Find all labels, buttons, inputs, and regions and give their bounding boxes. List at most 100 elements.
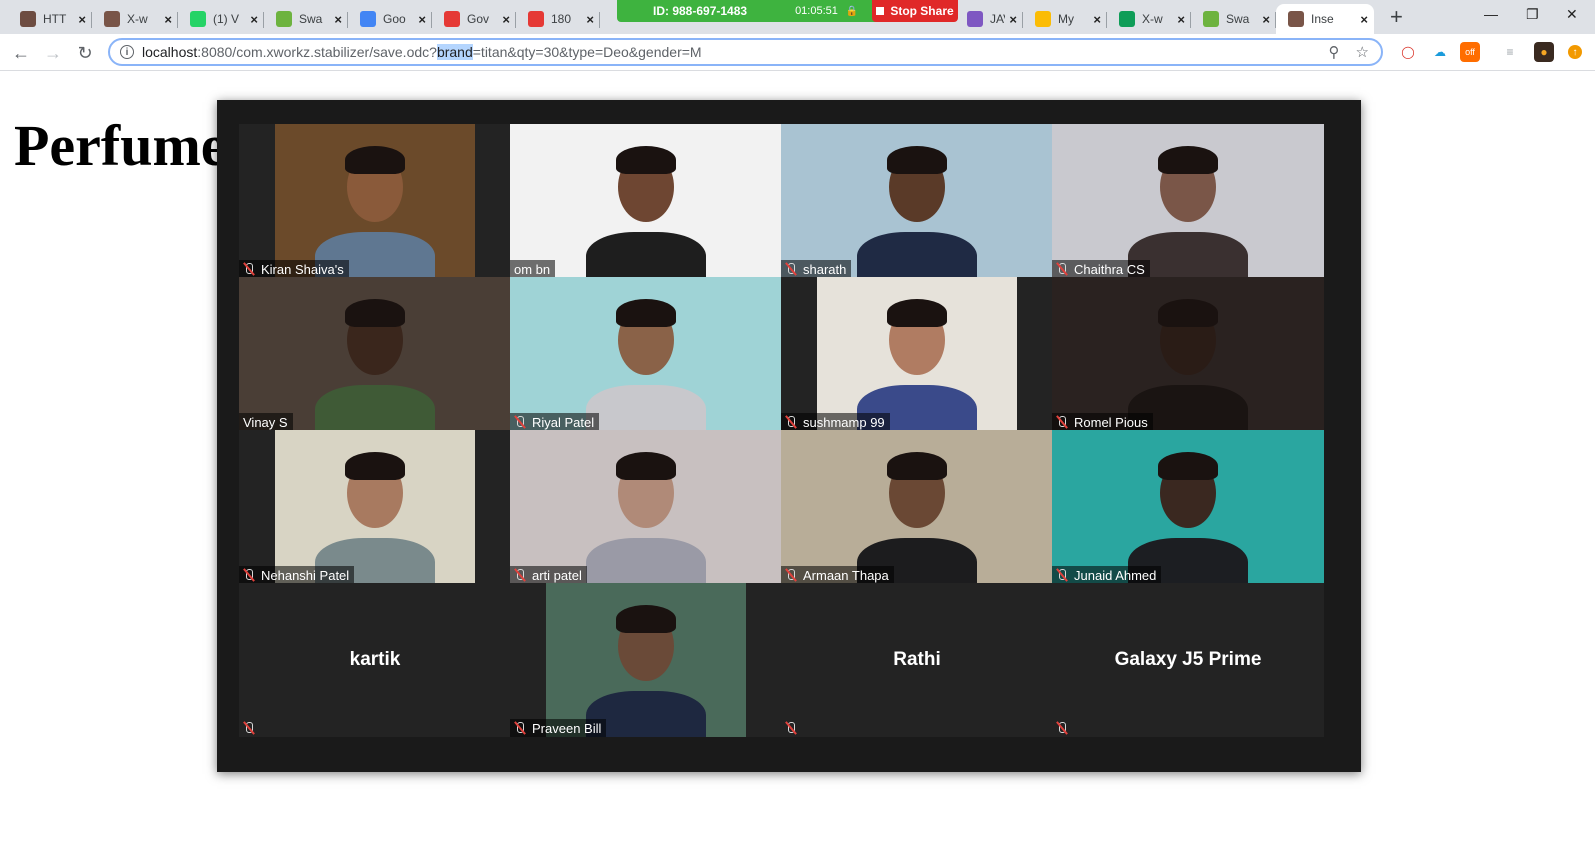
- close-tab-icon[interactable]: ×: [164, 12, 172, 27]
- participant-tile[interactable]: Galaxy J5 Prime: [1052, 583, 1324, 737]
- participant-video: [781, 124, 1053, 278]
- participant-tile[interactable]: Riyal Patel: [510, 277, 782, 431]
- tab-title: Goo: [383, 12, 406, 26]
- participant-name: Riyal Patel: [532, 414, 595, 430]
- muted-mic-icon: [514, 569, 526, 581]
- browser-tab[interactable]: X-w ×: [1107, 4, 1191, 34]
- browser-tab[interactable]: JAVA ×: [955, 4, 1023, 34]
- pocket-icon[interactable]: ◯: [1398, 42, 1418, 62]
- close-tab-icon[interactable]: ×: [334, 12, 342, 27]
- participant-tile[interactable]: Armaan Thapa: [781, 430, 1053, 584]
- muted-mic-icon: [785, 416, 797, 428]
- close-tab-icon[interactable]: ×: [502, 12, 510, 27]
- zoom-icon[interactable]: ⚲: [1329, 43, 1340, 61]
- maximize-button[interactable]: ❐: [1526, 6, 1539, 23]
- participant-tile[interactable]: Praveen Bill: [510, 583, 782, 737]
- participant-video: [275, 124, 475, 278]
- browser-tab[interactable]: Inse ×: [1276, 4, 1374, 34]
- meeting-id: ID: 988-697-1483: [653, 4, 748, 18]
- bookmark-star-icon[interactable]: ☆: [1356, 43, 1369, 61]
- stop-share-button[interactable]: Stop Share: [872, 0, 958, 22]
- close-tab-icon[interactable]: ×: [1009, 12, 1017, 27]
- update-icon[interactable]: ↑: [1568, 45, 1582, 59]
- close-tab-icon[interactable]: ×: [250, 12, 258, 27]
- off-extension-icon[interactable]: off: [1460, 42, 1480, 62]
- participant-nameplate: sushmamp 99: [781, 413, 890, 431]
- forward-arrow-icon[interactable]: →: [40, 40, 66, 66]
- close-tab-icon[interactable]: ×: [1262, 12, 1270, 27]
- back-arrow-icon[interactable]: ←: [8, 40, 34, 66]
- participant-tile[interactable]: om bn: [510, 124, 782, 278]
- tab-title: X-w: [127, 12, 148, 26]
- share-status-bar[interactable]: ID: 988-697-1483 01:05:51 🔒: [617, 0, 885, 22]
- close-tab-icon[interactable]: ×: [1360, 12, 1368, 27]
- browser-tab[interactable]: Swa ×: [1191, 4, 1276, 34]
- participant-tile[interactable]: Kiran Shaiva's: [239, 124, 511, 278]
- browser-tab[interactable]: HTT ×: [8, 4, 92, 34]
- muted-mic-icon: [243, 722, 255, 734]
- participant-tile[interactable]: Rathi: [781, 583, 1053, 737]
- extension-icon[interactable]: ●: [1534, 42, 1554, 62]
- browser-tab[interactable]: X-w ×: [92, 4, 178, 34]
- tab-favicon-icon: [1035, 11, 1051, 27]
- participant-video: [546, 583, 746, 737]
- browser-tab[interactable]: Gov ×: [432, 4, 516, 34]
- zoom-gallery-window: Kiran Shaiva's om bn sharath Chaithra CS Vin…: [217, 100, 1361, 772]
- participant-name: Kiran Shaiva's: [261, 261, 344, 277]
- browser-tab[interactable]: 180 ×: [516, 4, 600, 34]
- browser-tab[interactable]: Swa ×: [264, 4, 348, 34]
- participant-tile[interactable]: Vinay S: [239, 277, 511, 431]
- tab-favicon-icon: [1119, 11, 1135, 27]
- participant-tile[interactable]: sushmamp 99: [781, 277, 1053, 431]
- stop-icon: [876, 7, 885, 15]
- participant-nameplate: sharath: [781, 260, 852, 278]
- browser-tab[interactable]: My ×: [1023, 4, 1107, 34]
- participant-tile[interactable]: kartik: [239, 583, 511, 737]
- participant-nameplate: Riyal Patel: [510, 413, 600, 431]
- participant-name: sushmamp 99: [803, 414, 885, 430]
- participant-video: [510, 124, 782, 278]
- participant-tile[interactable]: Romel Pious: [1052, 277, 1324, 431]
- close-window-button[interactable]: ✕: [1566, 6, 1578, 23]
- address-bar[interactable]: i localhost:8080/com.xworkz.stabilizer/s…: [108, 38, 1383, 66]
- tab-favicon-icon: [190, 11, 206, 27]
- participant-video: [1052, 124, 1324, 278]
- tab-favicon-icon: [20, 11, 36, 27]
- tab-title: 180: [551, 12, 572, 26]
- new-tab-button[interactable]: +: [1390, 6, 1403, 28]
- close-tab-icon[interactable]: ×: [1093, 12, 1101, 27]
- participant-tile[interactable]: Junaid Ahmed: [1052, 430, 1324, 584]
- reading-list-icon[interactable]: ≡: [1500, 42, 1520, 62]
- muted-mic-icon: [1056, 569, 1068, 581]
- participant-tile[interactable]: Nehanshi Patel: [239, 430, 511, 584]
- minimize-button[interactable]: —: [1484, 6, 1498, 22]
- close-tab-icon[interactable]: ×: [1177, 12, 1185, 27]
- close-tab-icon[interactable]: ×: [586, 12, 594, 27]
- participant-video: [1052, 430, 1324, 584]
- muted-mic-icon: [243, 569, 255, 581]
- tab-title: HTT: [43, 12, 67, 26]
- browser-tab[interactable]: Goo ×: [348, 4, 432, 34]
- lock-icon: 🔒: [845, 5, 859, 17]
- participant-name: sharath: [803, 261, 847, 277]
- participant-tile[interactable]: Chaithra CS: [1052, 124, 1324, 278]
- close-tab-icon[interactable]: ×: [418, 12, 426, 27]
- participant-name: Galaxy J5 Prime: [1114, 649, 1262, 670]
- reload-icon[interactable]: ↻: [72, 40, 98, 66]
- participant-tile[interactable]: arti patel: [510, 430, 782, 584]
- page-title: Perfume: [14, 113, 227, 178]
- close-tab-icon[interactable]: ×: [78, 12, 86, 27]
- tab-favicon-icon: [967, 11, 983, 27]
- muted-mic-icon: [514, 416, 526, 428]
- info-icon[interactable]: i: [120, 45, 134, 59]
- tab-title: Swa: [1226, 12, 1250, 26]
- participant-name: arti patel: [532, 567, 582, 583]
- browser-tab[interactable]: (1) V ×: [178, 4, 264, 34]
- participant-video: [275, 430, 475, 584]
- participant-name: Chaithra CS: [1074, 261, 1145, 277]
- muted-mic-icon: [785, 569, 797, 581]
- participant-video: [1052, 277, 1324, 431]
- cloud-extension-icon[interactable]: ☁: [1430, 42, 1450, 62]
- participant-tile[interactable]: sharath: [781, 124, 1053, 278]
- participant-name: Nehanshi Patel: [261, 567, 350, 583]
